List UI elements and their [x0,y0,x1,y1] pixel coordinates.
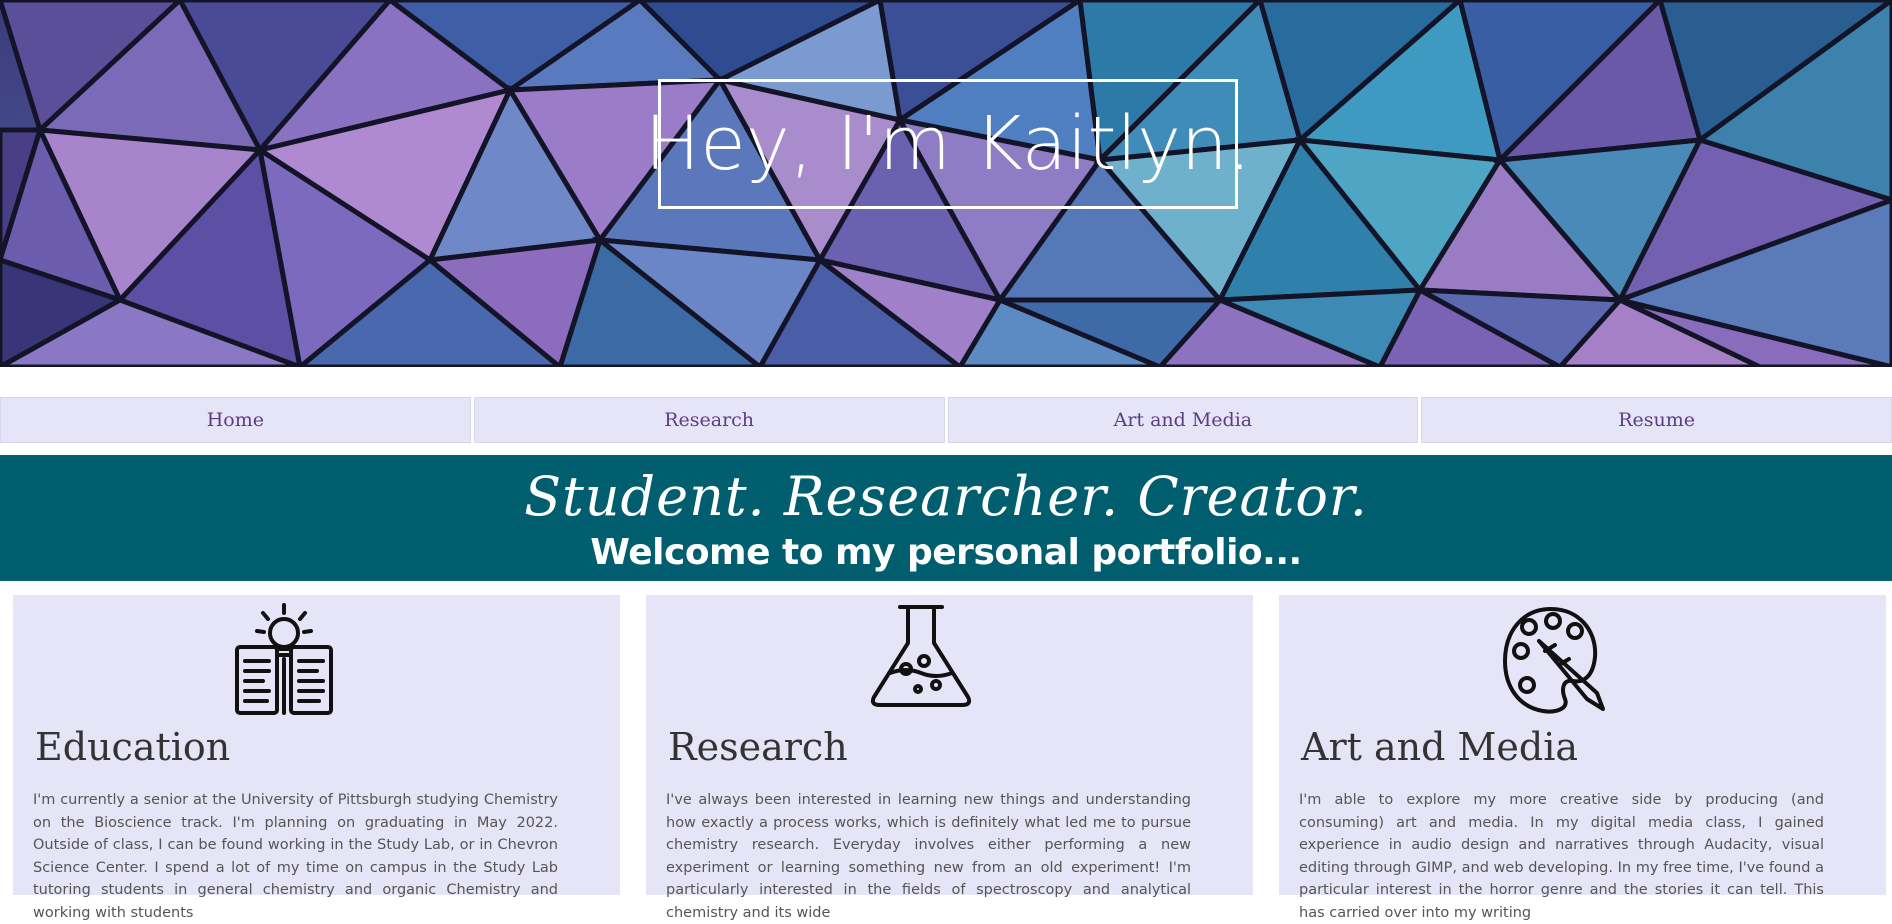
nav-resume[interactable]: Resume [1421,397,1892,443]
research-text: I've always been interested in learning … [666,792,1191,921]
welcome-heading: Welcome to my personal portfolio... [590,532,1302,573]
flask-icon [870,605,972,707]
nav-home[interactable]: Home [0,397,471,443]
hero-title-box: Hey, I'm Kaitlyn. [645,79,1251,209]
art-and-media-heading: Art and Media [1301,725,1579,769]
hero-title: Hey, I'm Kaitlyn. [644,101,1252,187]
education-heading: Education [35,725,231,769]
research-card: Research I've always been interested in … [646,595,1253,921]
main-navigation: Home Research Art and Media Resume [0,397,1892,443]
nav-research[interactable]: Research [473,397,945,443]
nav-art-and-media[interactable]: Art and Media [947,397,1419,443]
art-and-media-text: I'm able to explore my more creative sid… [1299,792,1824,921]
art-and-media-card: Art and Media I'm able to explore my mor… [1279,595,1886,921]
research-heading: Research [668,725,848,769]
book-lightbulb-icon [235,603,333,715]
hero-banner: Hey, I'm Kaitlyn. [0,0,1892,367]
education-text: I'm currently a senior at the University… [33,792,558,921]
welcome-banner: Student. Researcher. Creator. Welcome to… [0,455,1892,581]
paint-palette-icon [1503,607,1605,714]
education-card: Education I'm currently a senior at the … [13,595,620,921]
tagline: Student. Researcher. Creator. [524,465,1368,528]
